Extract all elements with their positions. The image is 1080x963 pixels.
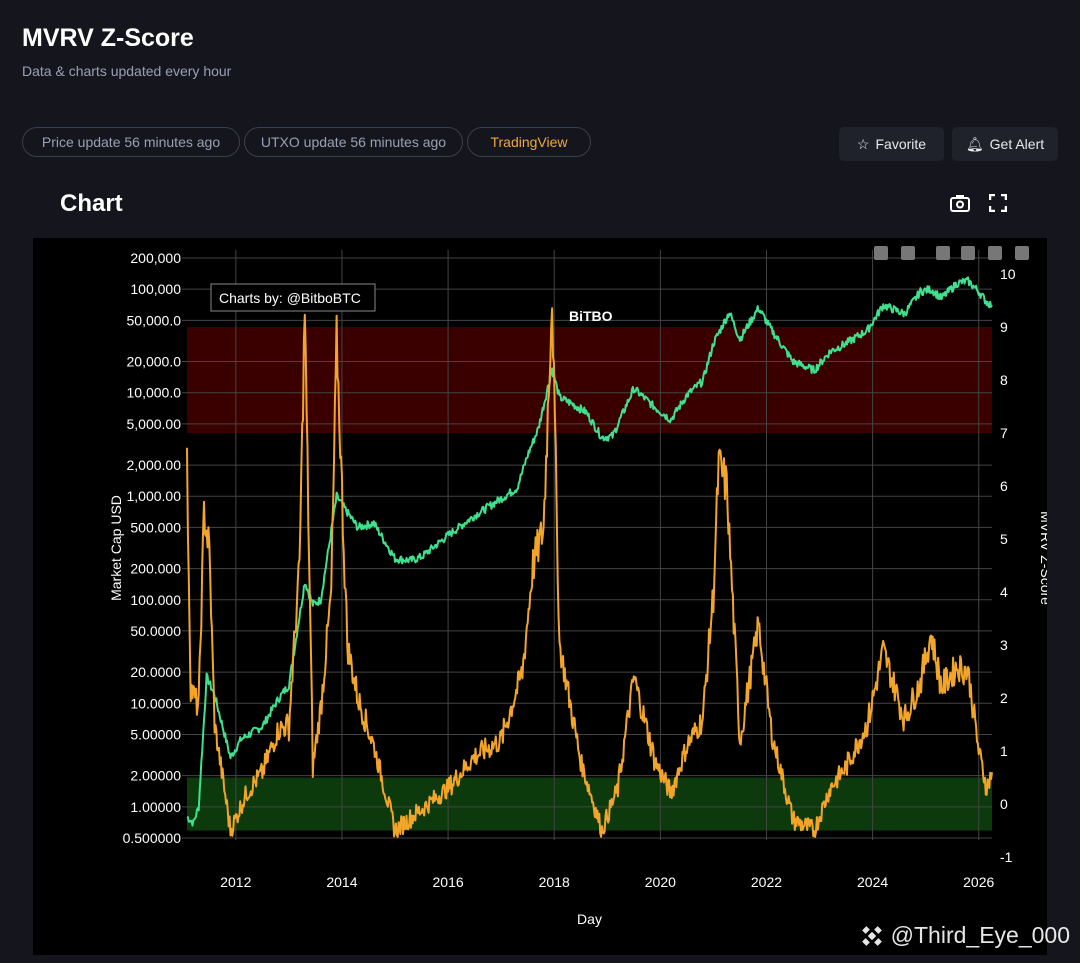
y-tick-label: 500.000 — [130, 519, 181, 535]
favorite-button[interactable]: ☆ Favorite — [839, 127, 944, 161]
bitbo-logo: BiTBO — [569, 308, 613, 324]
alert-label: Get Alert — [989, 136, 1045, 152]
x-tick-label: 2012 — [220, 874, 251, 890]
x-tick-label: 2026 — [963, 874, 994, 890]
x-tick-label: 2014 — [326, 874, 357, 890]
autoscale-icon[interactable] — [988, 246, 1002, 260]
favorite-label: Favorite — [875, 136, 927, 152]
watermark: @Third_Eye_000 — [859, 922, 1070, 949]
y-tick-label: 100,000 — [130, 281, 181, 297]
chart-panel: 2012 2014 2016 2018 2020 2022 2024 2026 200,000 1… — [33, 238, 1054, 955]
y-tick-label: 200.000 — [130, 561, 181, 577]
y-axis-label: Market Cap USD — [108, 495, 124, 601]
tradingview-button[interactable]: TradingView — [467, 127, 591, 157]
zoom-icon[interactable] — [874, 246, 888, 260]
y2-tick-label: 5 — [1000, 531, 1008, 547]
y2-tick-label: 0 — [1000, 796, 1008, 812]
price-update-pill: Price update 56 minutes ago — [22, 127, 240, 157]
star-icon: ☆ — [856, 135, 870, 152]
y-tick-label: 5,000.00 — [127, 416, 182, 432]
page-title: MVRV Z-Score — [22, 24, 194, 52]
x-tick-label: 2024 — [857, 874, 888, 890]
y-tick-label: 200,000 — [130, 250, 181, 266]
x-axis-label: Day — [577, 911, 602, 927]
bell-icon: 🔔︎ — [965, 135, 984, 152]
x-tick-label: 2022 — [751, 874, 782, 890]
y-tick-label: 10,000.0 — [127, 385, 182, 401]
utxo-update-pill: UTXO update 56 minutes ago — [244, 127, 463, 157]
zoom-in-icon[interactable] — [936, 246, 950, 260]
x-tick-label: 2020 — [645, 874, 676, 890]
y2-tick-label: 6 — [1000, 478, 1008, 494]
y-tick-label: 20.0000 — [130, 664, 181, 680]
y2-tick-label: 7 — [1000, 425, 1008, 441]
y-tick-label: 1.00000 — [130, 799, 181, 815]
fullscreen-icon[interactable] — [988, 193, 1008, 217]
y2-tick-label: 2 — [1000, 690, 1008, 706]
watermark-text: @Third_Eye_000 — [890, 922, 1070, 948]
y-tick-label: 2.00000 — [130, 768, 181, 784]
y-tick-label: 0.500000 — [123, 830, 182, 846]
y-tick-label: 50,000.0 — [127, 312, 182, 328]
mvrv-chart[interactable]: 2012 2014 2016 2018 2020 2022 2024 2026200,0001… — [33, 238, 1054, 955]
y2-tick-label: 3 — [1000, 637, 1008, 653]
y2-tick-label: 10 — [1000, 266, 1016, 282]
y2-tick-label: 8 — [1000, 372, 1008, 388]
y2-tick-label: 4 — [1000, 584, 1008, 600]
zoom-out-icon[interactable] — [961, 246, 975, 260]
page-subtitle: Data & charts updated every hour — [22, 63, 232, 79]
y-tick-label: 50.0000 — [130, 623, 181, 639]
y-tick-label: 20,000.0 — [127, 354, 182, 370]
y-tick-label: 1,000.00 — [127, 488, 182, 504]
y-tick-label: 10.0000 — [130, 695, 181, 711]
pan-icon[interactable] — [901, 246, 915, 260]
x-tick-label: 2018 — [539, 874, 570, 890]
binance-logo-icon — [861, 925, 882, 946]
y2-tick-label: -1 — [1000, 849, 1013, 865]
y2-tick-label: 1 — [1000, 743, 1008, 759]
x-tick-label: 2016 — [433, 874, 464, 890]
y2-axis-label: MVRV Z-Score — [1038, 511, 1047, 605]
y-tick-label: 5.00000 — [130, 726, 181, 742]
reset-home-icon[interactable] — [1015, 246, 1029, 260]
chart-section-title: Chart — [60, 190, 123, 217]
camera-icon[interactable] — [950, 194, 970, 217]
y2-tick-label: 9 — [1000, 319, 1008, 335]
get-alert-button[interactable]: 🔔︎ Get Alert — [952, 127, 1058, 161]
y-tick-label: 100.000 — [130, 592, 181, 608]
y-tick-label: 2,000.00 — [127, 457, 182, 473]
credit-text: Charts by: @BitboBTC — [219, 290, 361, 306]
